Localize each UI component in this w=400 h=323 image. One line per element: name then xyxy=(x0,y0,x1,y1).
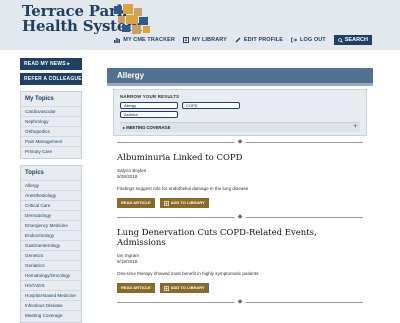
library-add-icon xyxy=(163,200,169,206)
divider-diamond-icon: ◆ xyxy=(234,214,246,221)
page-title: Allergy xyxy=(107,68,373,83)
section-divider: ◆ xyxy=(117,139,363,147)
article-card: Albuminuria Linked to COPD Salynn Boyles… xyxy=(107,153,373,208)
nav-cme-tracker[interactable]: MY CME TRACKER xyxy=(114,37,175,43)
article-date: 9/28/2018 xyxy=(117,174,138,179)
article-title[interactable]: Lung Denervation Cuts COPD-Related Event… xyxy=(117,228,363,248)
article-summary: Findings suggest role for endothelial da… xyxy=(117,186,249,191)
filter-panel: NARROW YOUR RESULTS Allergy Asthma COPD … xyxy=(113,89,367,136)
filter-tag-asthma[interactable]: Asthma xyxy=(120,111,178,118)
read-article-button[interactable]: READ ARTICLE xyxy=(117,283,155,293)
section-divider: ◆ xyxy=(117,214,363,222)
topic-item[interactable]: Hospital-Based Medicine xyxy=(21,290,81,300)
article-title[interactable]: Albuminuria Linked to COPD xyxy=(117,153,363,163)
my-topic-item[interactable]: Primary Care xyxy=(21,146,81,156)
nav-log-out-label: LOG OUT xyxy=(300,37,326,43)
article-date: 9/19/2018 xyxy=(117,259,138,264)
edit-icon xyxy=(235,37,241,43)
read-my-news-button[interactable]: READ MY NEWS ▸ xyxy=(20,58,82,70)
my-topics-heading: My Topics xyxy=(25,96,54,102)
article-actions: READ ARTICLE ADD TO LIBRARY xyxy=(117,283,363,293)
nav-edit-profile[interactable]: EDIT PROFILE xyxy=(235,37,283,43)
meeting-coverage-label: ▸ MEETING COVERAGE xyxy=(123,125,171,130)
my-topic-item[interactable]: Orthopedics xyxy=(21,126,81,136)
logo-mark-icon xyxy=(114,4,150,34)
nav-cme-tracker-label: MY CME TRACKER xyxy=(123,37,175,43)
add-to-library-button[interactable]: ADD TO LIBRARY xyxy=(159,283,209,293)
topic-item[interactable]: Anesthesiology xyxy=(21,190,81,200)
add-to-library-label: ADD TO LIBRARY xyxy=(170,285,205,290)
sidebar: READ MY NEWS ▸ REFER A COLLEAGUE ▸ My To… xyxy=(20,58,86,323)
nav-log-out[interactable]: LOG OUT xyxy=(291,37,326,43)
topic-item[interactable]: Critical Care xyxy=(21,200,81,210)
refer-colleague-button[interactable]: REFER A COLLEAGUE ▸ xyxy=(20,73,86,85)
read-article-button[interactable]: READ ARTICLE xyxy=(117,198,155,208)
section-divider: ◆ xyxy=(117,299,363,307)
topic-item[interactable]: Geriatrics xyxy=(21,260,81,270)
my-topics-panel: My Topics Cardiovascular Nephrology Orth… xyxy=(20,91,82,159)
top-nav: MY CME TRACKER MY LIBRARY EDIT PROFILE L… xyxy=(114,35,372,45)
filter-heading: NARROW YOUR RESULTS xyxy=(120,94,180,99)
article-actions: READ ARTICLE ADD TO LIBRARY xyxy=(117,198,363,208)
topic-item[interactable]: Infectious Disease xyxy=(21,300,81,310)
title-underline xyxy=(107,83,373,86)
nav-my-library[interactable]: MY LIBRARY xyxy=(182,37,227,43)
topic-item[interactable]: Dermatology xyxy=(21,210,81,220)
topic-item[interactable]: Meeting Coverage xyxy=(21,310,81,320)
chart-icon xyxy=(114,38,121,43)
topics-panel: Topics Allergy Anesthesiology Critical C… xyxy=(20,165,82,323)
filter-tags: Allergy Asthma COPD xyxy=(120,102,360,118)
article-author: Salynn Boyles xyxy=(117,168,147,173)
site-header: Terrace Park Health System MY CME TRACKE… xyxy=(0,0,400,50)
topic-item[interactable]: Genetics xyxy=(21,250,81,260)
my-topic-item[interactable]: Pain Management xyxy=(21,136,81,146)
divider-diamond-icon: ◆ xyxy=(234,299,246,306)
nav-edit-profile-label: EDIT PROFILE xyxy=(243,37,283,43)
filter-tag-column: Allergy Asthma xyxy=(120,102,178,118)
divider-diamond-icon: ◆ xyxy=(234,139,246,146)
topic-item[interactable]: HIV/AIDS xyxy=(21,280,81,290)
add-to-library-button[interactable]: ADD TO LIBRARY xyxy=(159,198,209,208)
article-author: Ian Ingram xyxy=(117,253,139,258)
article-summary: One-time therapy showed most benefit in … xyxy=(117,271,259,276)
meeting-coverage-toggle[interactable]: ▸ MEETING COVERAGE + xyxy=(120,122,360,132)
article-card: Lung Denervation Cuts COPD-Related Event… xyxy=(107,228,373,293)
expand-icon[interactable]: + xyxy=(353,124,357,130)
nav-my-library-label: MY LIBRARY xyxy=(191,37,227,43)
search-icon xyxy=(338,37,343,43)
library-add-icon xyxy=(163,285,169,291)
filter-tag-allergy[interactable]: Allergy xyxy=(120,102,178,109)
search-button[interactable]: SEARCH xyxy=(333,35,372,45)
logout-icon xyxy=(291,37,297,43)
topic-item[interactable]: Emergency Medicine xyxy=(21,220,81,230)
topic-item[interactable]: Hematology/Oncology xyxy=(21,270,81,280)
my-topic-item[interactable]: Cardiovascular xyxy=(21,106,81,116)
meeting-coverage-text: MEETING COVERAGE xyxy=(126,125,171,130)
topic-item[interactable]: Gastroenterology xyxy=(21,240,81,250)
topics-heading: Topics xyxy=(25,170,44,176)
filter-tag-copd[interactable]: COPD xyxy=(182,102,240,109)
search-button-label: SEARCH xyxy=(344,37,368,43)
topic-item[interactable]: Allergy xyxy=(21,180,81,190)
main-content: Allergy NARROW YOUR RESULTS Allergy Asth… xyxy=(107,68,373,307)
add-to-library-label: ADD TO LIBRARY xyxy=(170,200,205,205)
topic-item[interactable]: Endocrinology xyxy=(21,230,81,240)
library-icon xyxy=(182,37,189,43)
filter-tag-column: COPD xyxy=(182,102,240,118)
logo[interactable]: Terrace Park Health System xyxy=(22,4,150,34)
my-topic-item[interactable]: Nephrology xyxy=(21,116,81,126)
